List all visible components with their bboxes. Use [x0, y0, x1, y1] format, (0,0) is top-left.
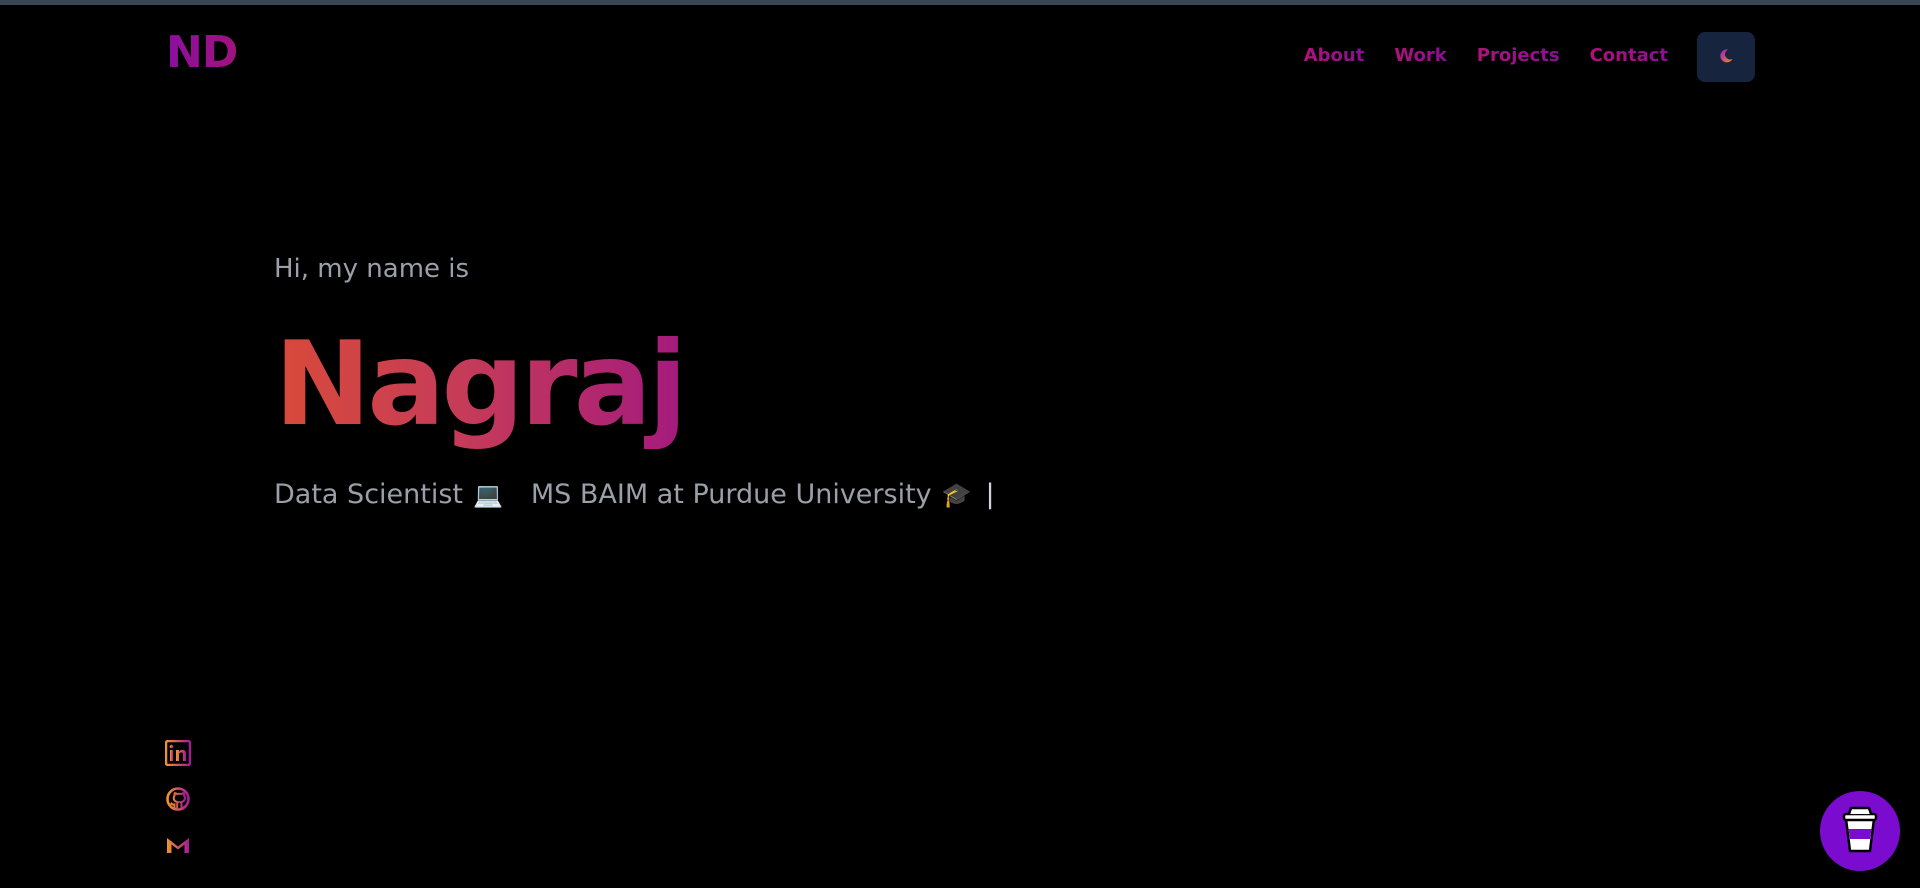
main-nav: About Work Projects Contact — [1304, 45, 1668, 66]
linkedin-icon — [164, 739, 192, 770]
buy-me-a-coffee-button[interactable] — [1820, 791, 1900, 871]
nav-link-contact[interactable]: Contact — [1590, 45, 1668, 66]
hero-subtitle: Data Scientist 💻 MS BAIM at Purdue Unive… — [274, 479, 995, 510]
page: ND About Work Projects Contact Hi, my na… — [0, 0, 1920, 888]
gmail-link[interactable] — [165, 832, 191, 858]
linkedin-link[interactable] — [164, 739, 192, 767]
github-link[interactable] — [165, 786, 191, 812]
github-icon — [165, 787, 191, 816]
laptop-icon: 💻 — [473, 480, 503, 509]
theme-toggle-button[interactable] — [1697, 32, 1755, 82]
graduation-cap-icon: 🎓 — [941, 480, 972, 509]
subtitle-education: MS BAIM at Purdue University — [530, 479, 932, 510]
gmail-icon — [165, 838, 191, 862]
hero-greeting: Hi, my name is — [274, 254, 470, 284]
site-logo[interactable]: ND — [166, 27, 238, 78]
nav-link-work[interactable]: Work — [1394, 45, 1446, 66]
nav-link-projects[interactable]: Projects — [1477, 45, 1560, 66]
nav-link-about[interactable]: About — [1304, 45, 1365, 66]
subtitle-role: Data Scientist — [274, 479, 463, 510]
typing-cursor: | — [985, 479, 995, 510]
hero-name: Nagraj — [274, 317, 688, 452]
coffee-cup-icon — [1841, 805, 1879, 858]
social-links — [164, 739, 192, 858]
moon-icon — [1718, 48, 1734, 67]
